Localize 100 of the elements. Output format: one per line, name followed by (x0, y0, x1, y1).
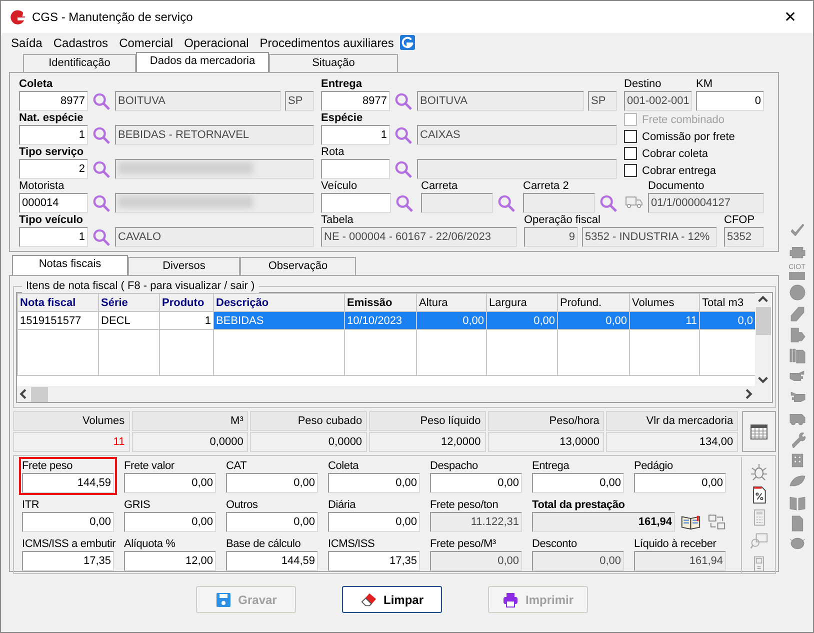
input-field[interactable]: 8977 (321, 91, 390, 111)
search-comment-icon[interactable] (750, 532, 768, 550)
summary-value: 12,0000 (369, 432, 486, 452)
search-icon[interactable] (92, 194, 111, 212)
field-label: Coleta (19, 77, 54, 91)
input-field[interactable]: 144,59 (226, 551, 318, 571)
field-label: Destino (624, 77, 662, 91)
menu-item[interactable]: Comercial (119, 36, 174, 50)
input-field[interactable]: 0,00 (124, 473, 216, 493)
input-field[interactable]: 17,35 (328, 551, 420, 571)
input-field[interactable]: 0,00 (634, 473, 726, 493)
horizontal-scrollbar[interactable] (17, 386, 755, 402)
table-cell: 11 (630, 312, 700, 330)
field-label: Tabela (321, 213, 354, 227)
circle-icon[interactable] (788, 284, 806, 301)
column-header[interactable]: Total m3 (700, 294, 756, 312)
field-label: Coleta (328, 459, 360, 473)
input-field[interactable]: 0,00 (328, 473, 420, 493)
table-cell: BEBIDAS (214, 312, 344, 330)
field-label: ICMS/ISS (328, 537, 376, 551)
input-field[interactable]: 1 (19, 227, 88, 247)
search-icon[interactable] (394, 92, 413, 110)
checkbox[interactable]: Cobrar entrega (624, 162, 770, 179)
search-icon[interactable] (92, 228, 111, 246)
input-field[interactable]: 1 (19, 125, 88, 145)
menu-item[interactable]: Saída (11, 36, 42, 50)
column-header[interactable]: Produto (160, 294, 214, 312)
calendar-button[interactable] (742, 411, 776, 452)
search-icon[interactable] (92, 160, 111, 178)
column-header[interactable]: Volumes (630, 294, 700, 312)
tab[interactable]: Dados da mercadoria (136, 52, 269, 72)
field-label: Total da prestação (532, 498, 626, 512)
column-header[interactable]: Profund. (558, 294, 630, 312)
column-header[interactable]: Altura (416, 294, 486, 312)
document-arrow-icon[interactable] (788, 326, 806, 343)
table-cell: 0,00 (558, 312, 630, 330)
field-label: Veículo (321, 179, 358, 193)
search-icon[interactable] (92, 126, 111, 144)
input-field[interactable]: 0 (696, 91, 764, 111)
column-header[interactable]: Largura (486, 294, 558, 312)
help-icon[interactable] (400, 35, 415, 50)
checkbox[interactable]: Cobrar coleta (624, 145, 770, 162)
input-field[interactable]: 0,00 (124, 512, 216, 532)
check-icon[interactable] (788, 222, 806, 239)
printer-icon (502, 592, 520, 608)
input-field[interactable] (321, 159, 390, 179)
summary-label: Vlr da mercadoria (606, 411, 738, 431)
input-field[interactable]: 0,00 (532, 473, 624, 493)
input-field[interactable]: 0,00 (430, 473, 522, 493)
field-label: Alíquota % (124, 537, 176, 551)
search-icon[interactable] (395, 194, 414, 212)
column-header[interactable]: Emissão (344, 294, 416, 312)
field-label: Frete peso/M³ (430, 537, 497, 551)
input-field[interactable]: 12,00 (124, 551, 216, 571)
search-icon[interactable] (92, 92, 111, 110)
search-icon[interactable] (394, 126, 413, 144)
table-cell: 10/10/2023 (344, 312, 416, 330)
input-field[interactable]: 8977 (19, 91, 88, 111)
tab[interactable]: Identificação (23, 54, 136, 72)
input-field[interactable]: 0,00 (22, 512, 114, 532)
menu-item[interactable]: Operacional (184, 36, 249, 50)
summary-label: Volumes (13, 411, 130, 431)
scroll-thumb[interactable] (756, 307, 770, 335)
documents-icon[interactable] (788, 347, 806, 364)
menu-item[interactable]: Cadastros (53, 36, 108, 50)
table-cell: 0,00 (416, 312, 486, 330)
input-field[interactable]: 0,00 (226, 512, 318, 532)
summary-label: M³ (132, 411, 248, 431)
close-button[interactable]: ✕ (774, 8, 807, 26)
tag-icon[interactable] (788, 305, 806, 322)
tab[interactable]: Notas fiscais (12, 255, 128, 275)
input-field[interactable]: 17,35 (22, 551, 114, 571)
column-header[interactable]: Descrição (214, 294, 344, 312)
scroll-thumb[interactable] (31, 386, 48, 402)
summary-value: 0,0000 (132, 432, 248, 452)
checkbox[interactable]: Comissão por frete (624, 128, 770, 145)
search-icon[interactable] (394, 160, 413, 178)
input-field[interactable]: 1 (321, 125, 390, 145)
truck-icon[interactable] (625, 195, 643, 209)
input-field[interactable]: 0,00 (328, 512, 420, 532)
column-header[interactable]: Série (98, 294, 160, 312)
action-button[interactable]: Limpar (342, 586, 442, 613)
vertical-scrollbar[interactable] (755, 293, 771, 402)
tab[interactable]: Situação (269, 54, 398, 72)
input-field[interactable] (321, 193, 391, 213)
menu-item[interactable]: Procedimentos auxiliares (260, 36, 394, 50)
bug-icon[interactable] (750, 463, 768, 481)
input-field[interactable]: 144,59 (22, 473, 114, 493)
column-header[interactable]: Nota fiscal (18, 294, 98, 312)
field-label: Motorista (19, 179, 66, 193)
tab[interactable]: Diversos (128, 257, 240, 275)
input-field[interactable]: 2 (19, 159, 88, 179)
search-icon[interactable] (599, 194, 618, 212)
field-label: Desconto (532, 537, 578, 551)
field-label: Diária (328, 498, 357, 512)
search-icon[interactable] (497, 194, 516, 212)
input-field[interactable]: 0,00 (226, 473, 318, 493)
input-field[interactable]: 000014 (19, 193, 88, 213)
tab[interactable]: Observação (240, 257, 356, 275)
data-grid[interactable]: Nota fiscal Série Produto Descrição Emissão Altura Largura Profund. Volumes Total m3 1519151577 DECL 1 BEBIDAS 10/10/2023 0,00 0,00 0,00 11 0,0 (16, 292, 773, 403)
